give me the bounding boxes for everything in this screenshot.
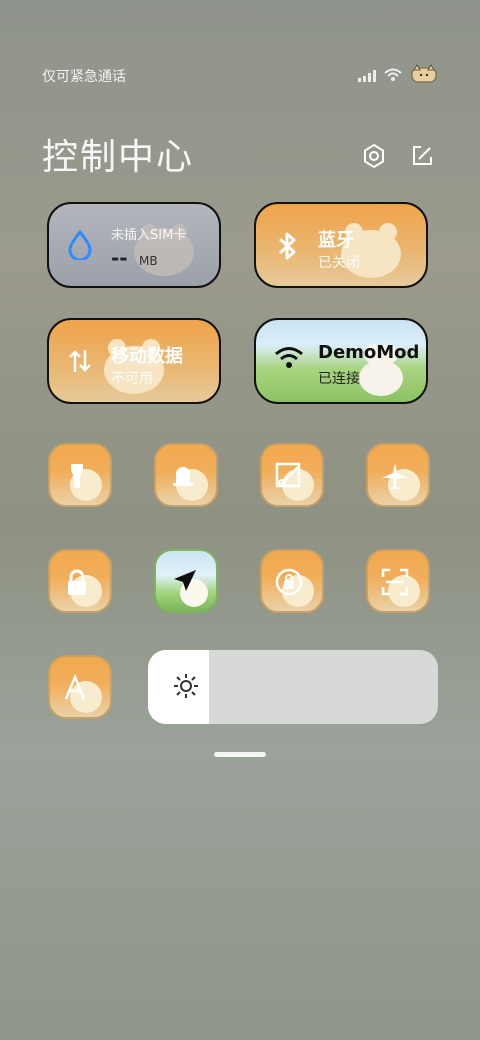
dismiss-handle[interactable] <box>214 752 266 757</box>
carrier-status-text: 仅可紧急通话 <box>42 69 126 85</box>
flashlight-icon <box>62 461 92 491</box>
scan-icon <box>380 567 410 597</box>
mobile-data-tile[interactable]: 移动数据 不可用 <box>47 318 221 404</box>
data-usage-value: -- <box>111 246 128 270</box>
sim-status-text: 未插入SIM卡 <box>111 228 187 243</box>
airplane-icon <box>380 461 410 491</box>
wifi-tile[interactable]: DemoMod 已连接 <box>254 318 428 404</box>
bluetooth-icon <box>274 230 300 266</box>
signal-icon <box>358 67 376 86</box>
font-size-button[interactable] <box>48 655 112 719</box>
page-title: 控制中心 <box>42 137 195 178</box>
cat-avatar-icon <box>410 64 438 88</box>
edit-button[interactable] <box>408 144 436 172</box>
status-bar: 仅可紧急通话 <box>42 64 438 88</box>
sun-icon <box>172 672 200 704</box>
location-arrow-icon <box>168 567 198 597</box>
flashlight-button[interactable] <box>48 443 112 507</box>
font-size-icon <box>62 673 92 703</box>
bluetooth-label: 蓝牙 <box>318 230 354 251</box>
scissors-icon <box>274 461 304 491</box>
water-drop-icon <box>67 229 93 264</box>
header-actions <box>360 143 436 173</box>
silent-mode-button[interactable] <box>154 443 218 507</box>
settings-button[interactable] <box>360 143 388 173</box>
wifi-icon <box>274 346 304 374</box>
data-usage-unit: MB <box>139 254 158 268</box>
bluetooth-tile[interactable]: 蓝牙 已关闭 <box>254 202 428 288</box>
mobile-data-usage-tile[interactable]: 未插入SIM卡 -- MB <box>47 202 221 288</box>
rotation-lock-button[interactable] <box>260 549 324 613</box>
screenshot-button[interactable] <box>260 443 324 507</box>
bell-icon <box>168 461 198 491</box>
wifi-network-name: DemoMod <box>318 342 420 363</box>
mobile-data-status: 不可用 <box>111 371 153 387</box>
airplane-mode-button[interactable] <box>366 443 430 507</box>
location-button[interactable] <box>154 549 218 613</box>
mobile-data-icon <box>67 346 93 380</box>
lock-icon <box>62 567 92 597</box>
bear-illustration-icon <box>134 224 194 276</box>
scan-button[interactable] <box>366 549 430 613</box>
wifi-status: 已连接 <box>318 371 360 387</box>
bluetooth-status: 已关闭 <box>318 255 360 271</box>
mobile-data-label: 移动数据 <box>111 346 183 367</box>
rotation-lock-icon <box>274 567 304 597</box>
status-icons <box>358 64 438 88</box>
brightness-slider[interactable] <box>148 650 438 724</box>
settings-icon <box>361 143 387 173</box>
lock-button[interactable] <box>48 549 112 613</box>
edit-icon <box>409 143 435 173</box>
wifi-icon <box>384 67 402 86</box>
